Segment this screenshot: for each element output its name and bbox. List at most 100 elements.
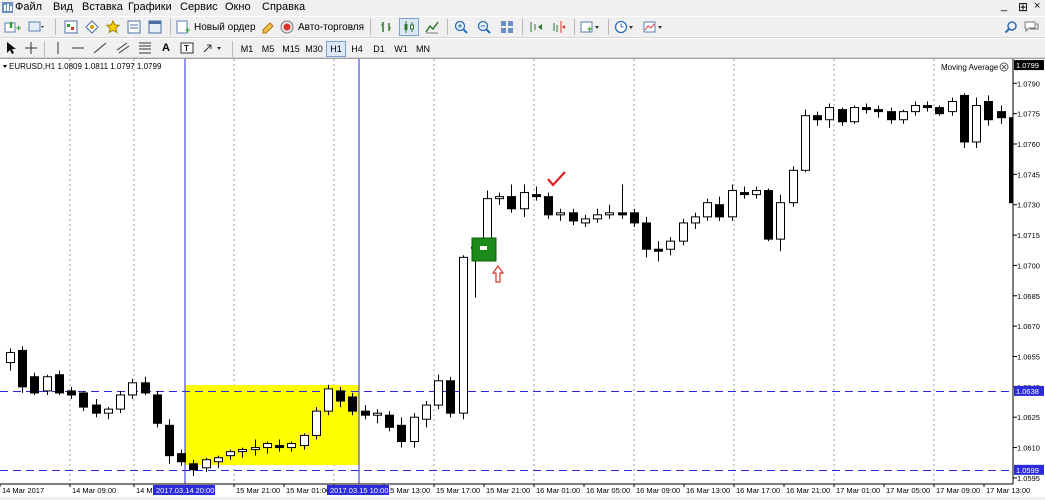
timeframe-w1[interactable]: W1 bbox=[391, 41, 411, 57]
symbol-info: EURUSD,H1 1.0809 1.0811 1.0797 1.0799 bbox=[9, 62, 162, 71]
templates-icon[interactable] bbox=[641, 18, 667, 36]
candle-body-bear bbox=[190, 464, 198, 470]
periods-clock-icon[interactable] bbox=[612, 18, 638, 36]
candle bbox=[105, 407, 113, 419]
data-window-icon[interactable] bbox=[125, 18, 143, 36]
candle bbox=[460, 255, 468, 419]
zoom-in-icon[interactable] bbox=[451, 18, 471, 36]
minimize-button[interactable]: _ bbox=[1001, 0, 1007, 12]
candle-body-bear bbox=[655, 249, 663, 251]
checkmark-icon[interactable] bbox=[548, 172, 565, 185]
candle-body-bear bbox=[888, 112, 896, 120]
close-button[interactable]: × bbox=[1034, 0, 1040, 12]
candle-body-bull bbox=[7, 352, 15, 362]
menu-insert[interactable]: Вставка bbox=[82, 1, 123, 13]
timeframe-d1[interactable]: D1 bbox=[369, 41, 389, 57]
metaeditor-icon[interactable] bbox=[259, 18, 277, 36]
candle bbox=[154, 391, 162, 427]
candle-body-bear bbox=[936, 108, 944, 114]
text-tool-button[interactable]: A bbox=[158, 39, 174, 57]
candle-body-bull bbox=[301, 435, 309, 445]
indicators-icon[interactable]: + bbox=[578, 18, 604, 36]
menu-view[interactable]: Вид bbox=[53, 1, 73, 13]
candle bbox=[557, 209, 565, 221]
arrows-icon[interactable] bbox=[200, 39, 226, 57]
search-icon[interactable] bbox=[1002, 18, 1020, 36]
horizontal-line-icon[interactable] bbox=[70, 39, 86, 57]
vertical-line-icon[interactable] bbox=[50, 39, 66, 57]
candle-body-bear bbox=[839, 110, 847, 122]
svg-text:T: T bbox=[184, 44, 189, 53]
fibonacci-icon[interactable] bbox=[136, 39, 154, 57]
menu-charts[interactable]: Графики bbox=[128, 1, 172, 13]
auto-scroll-icon[interactable] bbox=[526, 18, 546, 36]
navigator-icon[interactable] bbox=[83, 18, 101, 36]
price-tick-label: 1.0655 bbox=[1017, 353, 1040, 362]
candle bbox=[998, 106, 1006, 124]
candle bbox=[875, 106, 883, 118]
candle-body-bull bbox=[264, 444, 272, 448]
equidistant-channel-icon[interactable] bbox=[114, 39, 132, 57]
candlestick-chart-icon[interactable] bbox=[399, 18, 419, 36]
candle-body-bull bbox=[129, 383, 137, 395]
menu-file[interactable]: Файл bbox=[15, 1, 42, 13]
auto-trading-button[interactable]: Авто-торговля bbox=[280, 18, 366, 36]
candle-body-bull bbox=[239, 450, 247, 452]
up-arrow-icon[interactable] bbox=[493, 266, 503, 282]
cursor-icon[interactable] bbox=[2, 39, 20, 57]
timeframe-h4[interactable]: H4 bbox=[347, 41, 367, 57]
price-chart[interactable]: EURUSD,H1 1.0809 1.0811 1.0797 1.0799 Mo… bbox=[0, 59, 1045, 497]
candle-body-bear bbox=[765, 191, 773, 240]
profiles-icon[interactable] bbox=[27, 18, 47, 36]
candle bbox=[411, 413, 419, 447]
candle-body-bull bbox=[44, 377, 52, 391]
candle bbox=[802, 110, 810, 173]
candle bbox=[362, 405, 370, 419]
chart-window[interactable]: EURUSD,H1 1.0809 1.0811 1.0797 1.0799 Mo… bbox=[0, 58, 1045, 496]
app-icon[interactable] bbox=[2, 2, 13, 13]
timeframe-mn[interactable]: MN bbox=[412, 41, 434, 57]
candle bbox=[839, 108, 847, 126]
chat-icon[interactable] bbox=[1022, 18, 1042, 36]
tile-windows-icon[interactable] bbox=[497, 18, 517, 36]
timeframe-h1[interactable]: H1 bbox=[326, 41, 346, 57]
candle bbox=[753, 187, 761, 199]
symbol-dropdown-icon[interactable] bbox=[3, 65, 7, 68]
indicator-close-icon[interactable] bbox=[1000, 63, 1008, 71]
standard-toolbar: + + Новый ордер Авто-торговля bbox=[0, 16, 1045, 38]
menu-tools[interactable]: Сервис bbox=[180, 1, 218, 13]
new-chart-icon[interactable]: + bbox=[2, 18, 24, 36]
trendline-icon[interactable] bbox=[92, 39, 108, 57]
timeframe-m30[interactable]: M30 bbox=[303, 41, 325, 57]
market-watch-icon[interactable] bbox=[62, 18, 80, 36]
candle-body-bear bbox=[154, 395, 162, 423]
candle-body-bear bbox=[741, 193, 749, 195]
restore-button[interactable]: ⊞ bbox=[1018, 0, 1028, 14]
text-label-icon[interactable]: T bbox=[178, 39, 196, 57]
terminal-icon[interactable] bbox=[146, 18, 164, 36]
candle bbox=[68, 387, 76, 399]
timeframe-m1[interactable]: M1 bbox=[237, 41, 257, 57]
svg-text:+: + bbox=[185, 25, 190, 34]
candle bbox=[790, 166, 798, 206]
line-chart-icon[interactable] bbox=[422, 18, 442, 36]
time-tick-label: 16 Mar 21:00 bbox=[786, 486, 830, 495]
time-tick-label: 16 Mar 17:00 bbox=[736, 486, 780, 495]
crosshair-icon[interactable] bbox=[22, 39, 40, 57]
favorites-star-icon[interactable] bbox=[104, 18, 122, 36]
price-tick-label: 1.0700 bbox=[1017, 261, 1040, 270]
candle-body-bear bbox=[68, 391, 76, 395]
level-price-tag-2: 1.0599 bbox=[1016, 466, 1039, 475]
bar-chart-icon[interactable] bbox=[376, 18, 396, 36]
zoom-out-icon[interactable] bbox=[474, 18, 494, 36]
timeframe-m15[interactable]: M15 bbox=[280, 41, 302, 57]
candle bbox=[692, 213, 700, 229]
chart-shift-icon[interactable] bbox=[549, 18, 569, 36]
candle bbox=[765, 189, 773, 242]
menu-help[interactable]: Справка bbox=[262, 1, 305, 13]
new-order-button[interactable]: + Новый ордер bbox=[176, 18, 256, 36]
candle bbox=[631, 209, 639, 227]
candle bbox=[606, 205, 614, 219]
timeframe-m5[interactable]: M5 bbox=[258, 41, 278, 57]
menu-window[interactable]: Окно bbox=[225, 1, 251, 13]
